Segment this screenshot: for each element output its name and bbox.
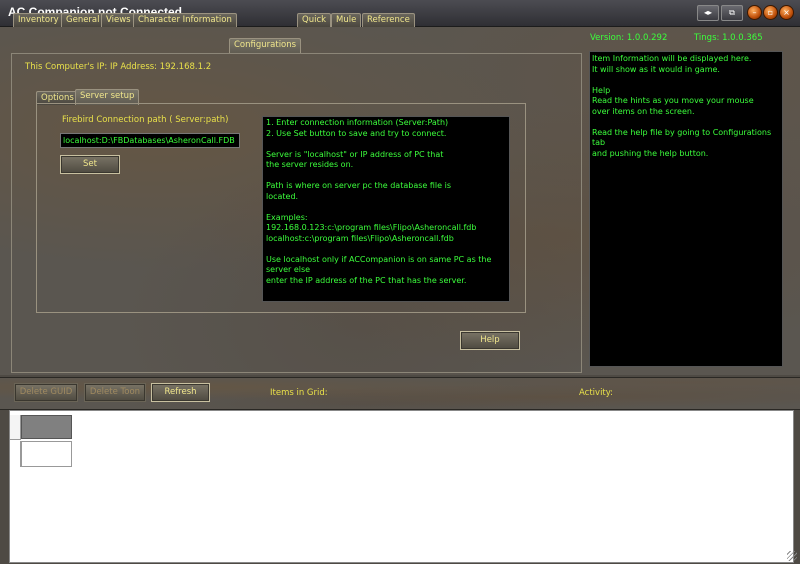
tings-version-label: Tings: 1.0.0.365 [694,33,763,43]
grid-cell[interactable] [21,441,72,467]
version-label: Version: 1.0.0.292 [590,33,668,43]
delete-toon-button[interactable]: Delete Toon [84,383,146,402]
tab-general[interactable]: General [61,13,105,27]
refresh-button[interactable]: Refresh [151,383,210,402]
items-grid[interactable] [9,410,794,563]
server-setup-hints: 1. Enter connection information (Server:… [262,116,510,302]
tab-reference[interactable]: Reference [362,13,415,27]
tab-character-information[interactable]: Character Information [133,13,237,27]
activity-label: Activity: [579,388,614,398]
resize-grip[interactable] [787,551,797,561]
firebird-connection-label: Firebird Connection path ( Server:path) [62,115,229,125]
help-button[interactable]: Help [460,331,520,350]
restore-window-icon[interactable]: ⧉ [721,5,743,21]
tab-views[interactable]: Views [101,13,136,27]
tab-inventory[interactable]: Inventory [13,13,64,27]
item-information-box: Item Information will be displayed here.… [589,51,783,367]
items-in-grid-label: Items in Grid: [270,388,328,398]
set-button[interactable]: Set [60,155,120,174]
connection-path-input[interactable]: localhost:D:\FBDatabases\AsheronCall.FDB [60,133,240,148]
arrows-icon[interactable]: ◂▸ [697,5,719,21]
maximize-icon[interactable]: ▫ [763,5,778,20]
grid-column-header[interactable] [21,415,72,439]
tab-mule[interactable]: Mule [331,13,362,27]
grid-row-header[interactable] [10,441,21,467]
tab-configurations[interactable]: Configurations [229,38,302,54]
ip-address-label: This Computer's IP: IP Address: 192.168.… [25,62,212,72]
grid-toolbar: Delete GUID Delete Toon Refresh Items in… [0,377,800,410]
delete-guid-button[interactable]: Delete GUID [14,383,78,402]
close-icon[interactable]: × [779,5,794,20]
grid-corner-cell[interactable] [10,415,21,440]
minimize-icon[interactable]: – [747,5,762,20]
tab-quick[interactable]: Quick [297,13,332,27]
